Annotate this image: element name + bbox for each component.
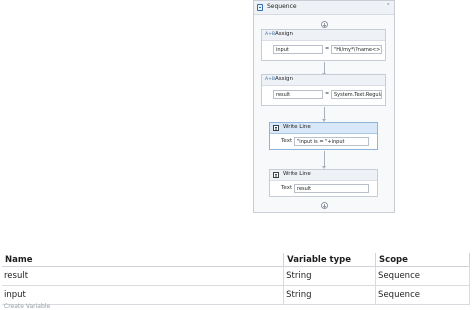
activity-title: Write Line — [283, 171, 311, 177]
activity-title: Assign — [275, 76, 293, 82]
flow-arrow — [322, 107, 326, 122]
variable-type-cell[interactable]: String — [283, 285, 377, 305]
write-line-icon — [273, 125, 279, 131]
text-label: Text — [281, 138, 293, 144]
table-header-row: Name Variable type Scope — [2, 253, 470, 267]
write-line-icon — [273, 172, 279, 178]
variable-type-cell[interactable]: String — [283, 266, 377, 286]
add-activity-icon[interactable] — [321, 21, 328, 28]
assign-to-field[interactable]: result — [273, 90, 323, 99]
activity-header: A+B Assign — [262, 75, 385, 86]
assign-value-field[interactable]: "Hi/my*\?name<>?" — [331, 45, 382, 54]
sequence-title: Sequence — [267, 3, 297, 10]
add-activity-icon[interactable] — [321, 202, 328, 209]
assign-value-field[interactable]: System.Text.Regula — [331, 90, 382, 99]
column-header-variable-type[interactable]: Variable type — [283, 253, 377, 267]
equals-sign: = — [325, 91, 330, 97]
flow-arrow — [322, 151, 326, 169]
assign-icon: A+B — [265, 32, 275, 37]
collapse-icon[interactable]: ˆ — [387, 2, 391, 12]
column-header-scope[interactable]: Scope — [375, 253, 470, 267]
create-variable-link[interactable]: Create Variable — [4, 303, 50, 310]
equals-sign: = — [325, 46, 330, 52]
text-label: Text — [281, 185, 293, 191]
column-header-name[interactable]: Name — [2, 253, 285, 267]
assign-activity-input[interactable]: A+B Assign input = "Hi/my*\?name<>?" — [261, 29, 386, 61]
table-row[interactable]: input String Sequence — [2, 285, 470, 305]
variables-table: Name Variable type Scope result String S… — [2, 253, 470, 305]
assign-icon: A+B — [265, 77, 275, 82]
activity-title: Assign — [275, 31, 293, 37]
assign-to-field[interactable]: input — [273, 45, 323, 54]
sequence-container[interactable]: Sequence ˆ A+B Assign input = "Hi/my*\?n… — [253, 0, 395, 213]
table-row[interactable]: result String Sequence — [2, 266, 470, 286]
text-field[interactable]: "input is = "+input — [294, 137, 369, 146]
sequence-icon — [257, 4, 263, 11]
activity-title: Write Line — [283, 124, 311, 130]
variable-name-cell[interactable]: result — [2, 266, 285, 286]
variable-scope-cell[interactable]: Sequence — [375, 266, 470, 286]
flow-arrow — [322, 62, 326, 76]
activity-header: Write Line — [270, 170, 377, 181]
workflow-designer-canvas: Sequence ˆ A+B Assign input = "Hi/my*\?n… — [0, 0, 474, 250]
assign-activity-result[interactable]: A+B Assign result = System.Text.Regula — [261, 74, 386, 106]
write-line-activity-input[interactable]: Write Line Text "input is = "+input — [269, 122, 378, 150]
sequence-header[interactable]: Sequence ˆ — [254, 1, 394, 15]
activity-header: A+B Assign — [262, 30, 385, 41]
variable-name-cell[interactable]: input — [2, 285, 285, 305]
variable-scope-cell[interactable]: Sequence — [375, 285, 470, 305]
text-field[interactable]: result — [294, 184, 369, 193]
activity-header: Write Line — [270, 123, 377, 134]
write-line-activity-result[interactable]: Write Line Text result — [269, 169, 378, 197]
